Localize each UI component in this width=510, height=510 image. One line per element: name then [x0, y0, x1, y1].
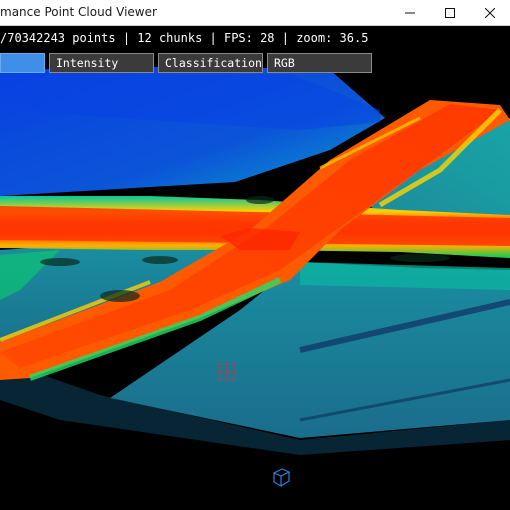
window-title: mance Point Cloud Viewer [0, 5, 157, 19]
close-icon [485, 8, 495, 18]
point-cloud-viewport[interactable] [0, 26, 510, 510]
maximize-button[interactable] [430, 0, 470, 26]
color-mode-button-intensity[interactable]: Intensity [49, 53, 154, 73]
minimize-icon [405, 12, 415, 14]
point-cloud-render [0, 66, 510, 455]
color-mode-button-height[interactable] [0, 53, 45, 73]
minimize-button[interactable] [390, 0, 430, 26]
title-bar: mance Point Cloud Viewer [0, 0, 510, 26]
color-mode-button-classification[interactable]: Classification [158, 53, 263, 73]
close-button[interactable] [470, 0, 510, 26]
maximize-icon [445, 8, 455, 18]
color-mode-button-rgb[interactable]: RGB [267, 53, 372, 73]
status-bar: /70342243 points | 12 chunks | FPS: 28 |… [0, 31, 369, 45]
view-cube-icon[interactable] [270, 466, 292, 488]
